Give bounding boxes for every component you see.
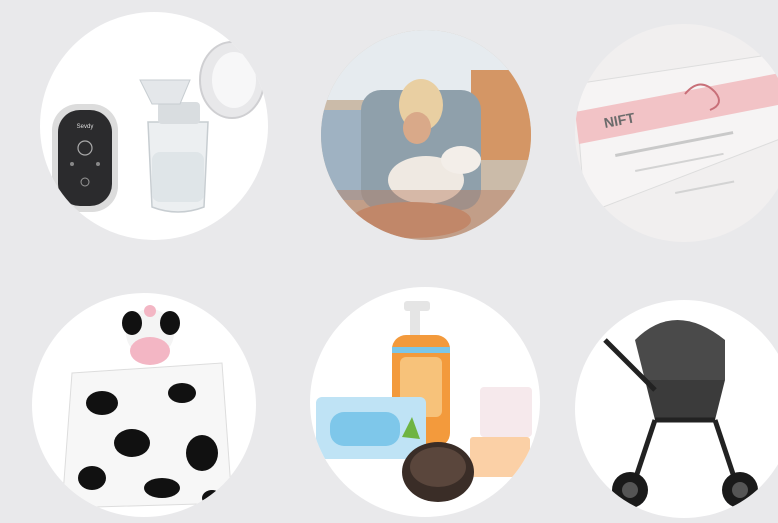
product-baby-care-set[interactable] xyxy=(310,287,540,517)
stroller-image xyxy=(575,300,778,518)
product-cow-blanket[interactable] xyxy=(32,293,256,517)
product-mother-photo[interactable] xyxy=(321,30,531,240)
product-stroller[interactable] xyxy=(575,300,778,518)
pump-brand-text: Sevdy xyxy=(77,124,94,130)
product-breast-pump[interactable]: Sevdy xyxy=(40,12,268,240)
product-nift-box[interactable]: NIFT xyxy=(575,24,778,242)
cow-blanket-image xyxy=(32,293,256,517)
nift-box-image: NIFT xyxy=(575,24,778,242)
mother-baby-photo xyxy=(321,30,531,240)
baby-care-set-image xyxy=(310,287,540,517)
product-grid: Sevdy NIFT xyxy=(0,0,778,523)
breast-pump-image: Sevdy xyxy=(40,12,268,240)
